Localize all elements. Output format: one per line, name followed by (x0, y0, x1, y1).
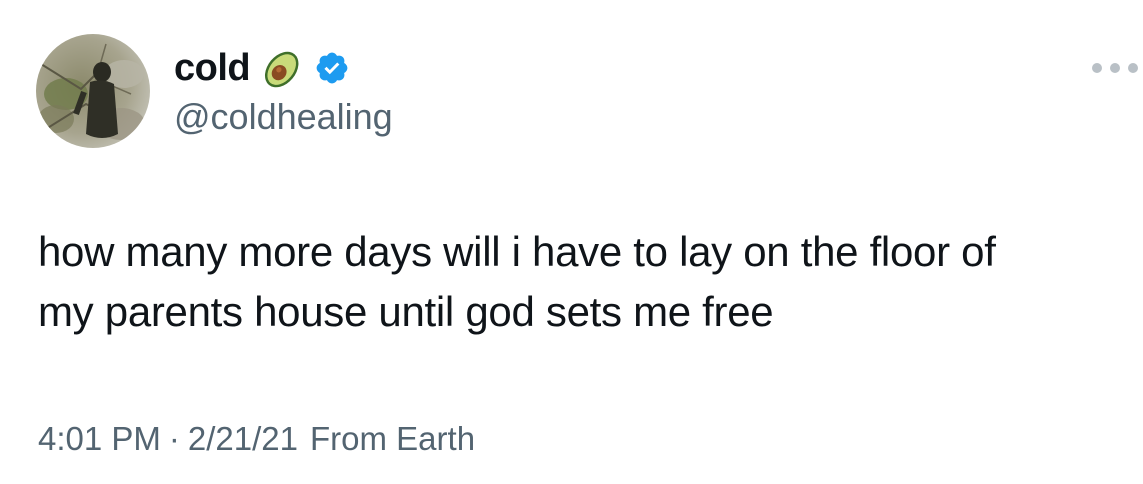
author-name-row: cold (174, 44, 350, 92)
more-dot (1128, 63, 1138, 73)
profile-photo-icon (36, 34, 150, 148)
display-name[interactable]: cold (174, 47, 251, 90)
tweet-date[interactable]: 2/21/21 (188, 420, 298, 458)
tweet-metadata: 4:01 PM · 2/21/21 From Earth (38, 420, 475, 458)
tweet-text: how many more days will i have to lay on… (38, 228, 996, 335)
meta-separator: · (168, 420, 180, 457)
avocado-icon (258, 45, 308, 91)
tweet-card: cold @coldhealing how many more days wil… (0, 0, 1143, 484)
more-dot (1110, 63, 1120, 73)
avatar[interactable] (36, 34, 150, 148)
tweet-source: From Earth (310, 420, 476, 457)
more-dot (1092, 63, 1102, 73)
more-options-icon[interactable] (1092, 58, 1138, 78)
verified-badge-icon[interactable] (314, 50, 350, 86)
tweet-time[interactable]: 4:01 PM (38, 420, 161, 458)
author-handle[interactable]: @coldhealing (174, 96, 393, 138)
